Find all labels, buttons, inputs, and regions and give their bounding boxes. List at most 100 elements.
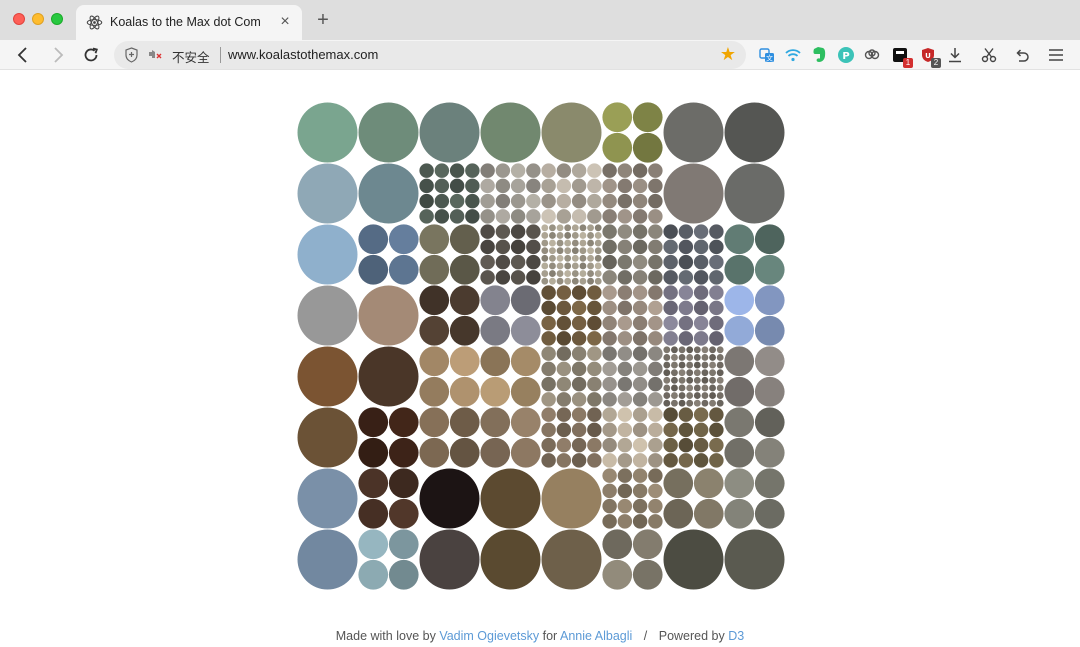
mosaic-circle[interactable] (693, 285, 709, 300)
mosaic-circle[interactable] (358, 285, 419, 346)
mosaic-circle[interactable] (693, 399, 701, 407)
mosaic-circle[interactable] (564, 254, 572, 262)
scissors-icon[interactable] (979, 45, 999, 65)
mosaic-circle[interactable] (632, 254, 648, 270)
mosaic-circle[interactable] (388, 498, 419, 529)
mosaic-circle[interactable] (541, 376, 556, 392)
mosaic-circle[interactable] (632, 514, 648, 529)
mosaic-circle[interactable] (602, 376, 617, 392)
mosaic-circle[interactable] (678, 422, 694, 438)
mosaic-circle[interactable] (671, 384, 678, 392)
mosaic-circle[interactable] (701, 354, 709, 361)
mosaic-circle[interactable] (709, 300, 724, 316)
mosaic-circle[interactable] (556, 262, 564, 270)
mosaic-circle[interactable] (602, 422, 617, 438)
tab-close-icon[interactable]: × (276, 13, 294, 31)
mosaic-circle[interactable] (678, 399, 686, 407)
mosaic-circle[interactable] (587, 453, 602, 468)
mosaic-circle[interactable] (663, 376, 671, 384)
mosaic-circle[interactable] (358, 468, 389, 499)
mosaic-circle[interactable] (465, 163, 480, 178)
mosaic-circle[interactable] (388, 224, 419, 255)
mosaic-circle[interactable] (541, 102, 602, 163)
mosaic-circle[interactable] (388, 468, 419, 499)
mosaic-circle[interactable] (571, 277, 579, 285)
mosaic-circle[interactable] (724, 346, 755, 377)
mosaic-circle[interactable] (510, 285, 541, 316)
tab-koalas[interactable]: Koalas to the Max dot Com × (76, 5, 302, 40)
mosaic-circle[interactable] (571, 193, 587, 209)
mosaic-circle[interactable] (678, 315, 694, 331)
mosaic-circle[interactable] (663, 102, 724, 163)
mosaic-circle[interactable] (449, 178, 465, 194)
mosaic-circle[interactable] (564, 262, 572, 270)
forward-button[interactable] (46, 43, 70, 67)
bookmark-star-icon[interactable]: ★ (720, 44, 736, 64)
mosaic-circle[interactable] (716, 392, 724, 399)
mosaic-circle[interactable] (602, 132, 633, 163)
mosaic-circle[interactable] (449, 285, 480, 316)
mosaic-circle[interactable] (449, 163, 465, 178)
mosaic-circle[interactable] (678, 285, 694, 300)
mosaic-circle[interactable] (678, 254, 694, 270)
mosaic-circle[interactable] (663, 529, 724, 590)
mosaic-circle[interactable] (663, 300, 678, 316)
mosaic-circle[interactable] (419, 468, 480, 529)
mosaic-circle[interactable] (632, 453, 648, 468)
mosaic-circle[interactable] (510, 193, 526, 209)
mosaic-circle[interactable] (693, 331, 709, 346)
mosaic-circle[interactable] (602, 102, 633, 133)
mosaic-circle[interactable] (571, 232, 579, 239)
mosaic-circle[interactable] (510, 254, 526, 270)
mosaic-circle[interactable] (541, 315, 556, 331)
mosaic-circle[interactable] (556, 270, 564, 277)
mosaic-circle[interactable] (587, 315, 602, 331)
mosaic-circle[interactable] (648, 498, 663, 514)
mosaic-circle[interactable] (648, 437, 663, 453)
mosaic-circle[interactable] (549, 254, 556, 262)
mosaic-circle[interactable] (754, 437, 785, 468)
mosaic-circle[interactable] (693, 407, 709, 422)
mosaic-circle[interactable] (579, 277, 587, 285)
mosaic-circle[interactable] (419, 102, 480, 163)
mosaic-circle[interactable] (480, 163, 495, 178)
mosaic-circle[interactable] (686, 354, 694, 361)
mosaic-circle[interactable] (297, 529, 358, 590)
mosaic-circle[interactable] (686, 346, 694, 354)
mosaic-circle[interactable] (571, 163, 587, 178)
mosaic-circle[interactable] (541, 193, 556, 209)
mosaic-circle[interactable] (541, 346, 556, 361)
mosaic-circle[interactable] (602, 361, 617, 377)
mosaic-circle[interactable] (541, 285, 556, 300)
wifi-ext-icon[interactable] (783, 45, 803, 65)
mosaic-circle[interactable] (617, 300, 633, 316)
mosaic-circle[interactable] (754, 285, 785, 316)
mosaic-circle[interactable] (541, 163, 556, 178)
mosaic-circle[interactable] (571, 254, 579, 262)
mosaic-circle[interactable] (571, 437, 587, 453)
mosaic-circle[interactable] (724, 437, 755, 468)
cloud-ext-icon[interactable] (862, 45, 882, 65)
mosaic-circle[interactable] (701, 384, 709, 392)
mosaic-circle[interactable] (648, 239, 663, 255)
mosaic-circle[interactable] (602, 254, 617, 270)
mosaic-circle[interactable] (617, 514, 633, 529)
mosaic-circle[interactable] (693, 369, 701, 377)
mosaic-circle[interactable] (648, 453, 663, 468)
mosaic-circle[interactable] (754, 376, 785, 407)
mosaic-circle[interactable] (549, 239, 556, 247)
mosaic-circle[interactable] (648, 483, 663, 499)
mosaic-circle[interactable] (602, 285, 617, 300)
mosaic-circle[interactable] (709, 354, 716, 361)
mosaic-circle[interactable] (632, 239, 648, 255)
mosaic-circle[interactable] (701, 369, 709, 377)
mosaic-circle[interactable] (602, 178, 617, 194)
mosaic-circle[interactable] (587, 247, 594, 255)
mosaic-circle[interactable] (556, 239, 564, 247)
mosaic-circle[interactable] (556, 437, 572, 453)
mosaic-circle[interactable] (671, 376, 678, 384)
mosaic-circle[interactable] (480, 315, 511, 346)
mosaic-circle[interactable] (663, 346, 671, 354)
mosaic-circle[interactable] (587, 239, 594, 247)
mosaic-circle[interactable] (549, 270, 556, 277)
